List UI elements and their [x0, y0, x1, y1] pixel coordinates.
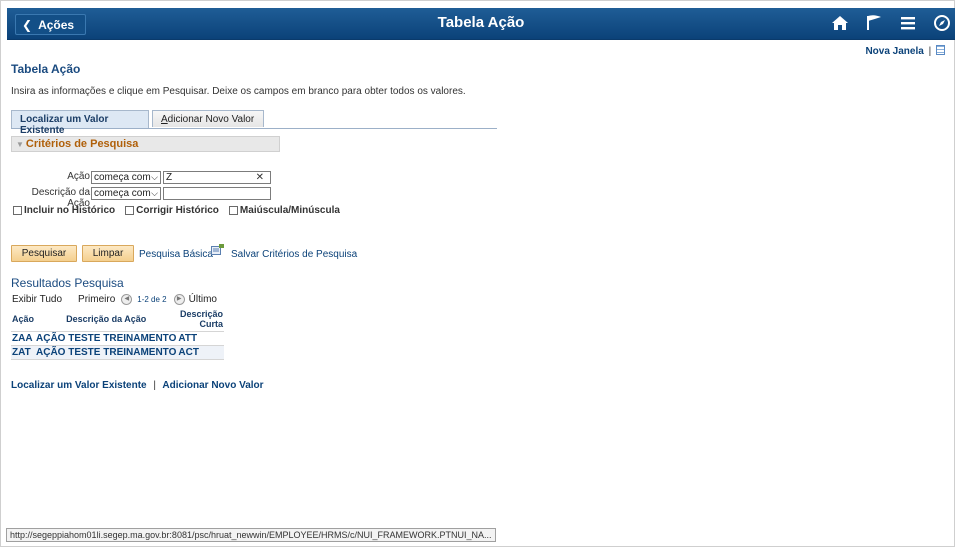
cell-description[interactable]: AÇÃO TESTE TREINAMENTO — [35, 345, 178, 360]
clear-button[interactable]: Limpar — [82, 245, 134, 262]
results-title: Resultados Pesquisa — [11, 276, 124, 290]
checkbox-box[interactable] — [125, 206, 135, 215]
column-header-short-description[interactable]: Descrição Curta — [177, 307, 224, 332]
column-header-description[interactable]: Descrição da Ação — [35, 307, 178, 332]
menu-icon[interactable] — [897, 12, 919, 34]
chevron-down-icon: ⌵ — [151, 188, 158, 198]
case-sensitive-label: Maiúscula/Minúscula — [239, 205, 340, 216]
page-title: Tabela Ação — [11, 62, 81, 76]
next-arrow-icon[interactable]: ▶ — [173, 294, 185, 305]
personalize-page-icon[interactable] — [936, 45, 945, 55]
search-options: Incluir no Histórico Corrigir Histórico … — [13, 205, 350, 216]
top-links-separator: | — [928, 46, 932, 57]
results-table: Ação Descrição da Ação Descrição Curta Z… — [11, 307, 224, 360]
navbar-icon[interactable] — [931, 12, 953, 34]
page-header-title: Tabela Ação — [437, 14, 525, 31]
find-existing-link[interactable]: Localizar um Valor Existente — [11, 380, 147, 391]
save-search-icon[interactable] — [211, 244, 224, 255]
include-history-label: Incluir no Histórico — [24, 205, 116, 216]
previous-arrow-icon[interactable]: ◀ — [121, 294, 133, 305]
collapse-triangle-icon: ▼ — [16, 140, 24, 149]
description-value-input[interactable] — [163, 187, 271, 200]
case-sensitive-checkbox[interactable]: Maiúscula/Minúscula — [228, 205, 340, 216]
tab-find-existing[interactable]: Localizar um Valor Existente — [11, 110, 149, 136]
flag-icon[interactable] — [863, 12, 885, 34]
window-frame — [0, 0, 955, 547]
action-value-input[interactable]: Z ✕ — [163, 171, 271, 184]
basic-search-link[interactable]: Pesquisa Básica — [139, 249, 213, 260]
status-bar-url: http://segeppiahom01li.segep.ma.gov.br:8… — [6, 528, 496, 542]
action-field-label: Ação — [67, 171, 90, 182]
table-row[interactable]: ZAA AÇÃO TESTE TREINAMENTO ATT — [11, 331, 224, 346]
tab-add-new-label: dicionar Novo Valor — [167, 114, 255, 125]
cell-action[interactable]: ZAA — [11, 331, 36, 346]
action-value-text: Z — [166, 172, 173, 183]
action-operator-select[interactable]: começa com ⌵ — [91, 171, 161, 184]
results-navigation: Exibir Tudo Primeiro ◀ 1-2 de 2 ▶ Último — [12, 294, 224, 305]
search-tabs: Localizar um Valor Existente Adicionar N… — [11, 110, 497, 136]
banner-actions — [817, 12, 953, 34]
checkbox-box[interactable] — [13, 206, 22, 215]
column-header-action[interactable]: Ação — [11, 307, 36, 332]
tab-add-new[interactable]: Adicionar Novo Valor — [152, 110, 264, 127]
search-criteria-header[interactable]: ▼ Critérios de Pesquisa — [11, 136, 280, 152]
cell-action[interactable]: ZAT — [11, 345, 36, 360]
first-link[interactable]: Primeiro — [78, 294, 115, 305]
cell-description[interactable]: AÇÃO TESTE TREINAMENTO — [35, 331, 178, 346]
tab-add-new-accesskey: A — [161, 114, 168, 125]
search-button[interactable]: Pesquisar — [11, 245, 77, 262]
chevron-down-icon: ⌵ — [151, 172, 158, 182]
bottom-links: Localizar um Valor Existente | Adicionar… — [11, 380, 264, 391]
checkbox-box[interactable] — [228, 206, 238, 215]
home-icon[interactable] — [829, 12, 851, 34]
description-operator-select[interactable]: começa com ⌵ — [91, 187, 161, 200]
last-link[interactable]: Último — [189, 294, 217, 305]
instructions-text: Insira as informações e clique em Pesqui… — [11, 86, 466, 97]
new-window-link-area: Nova Janela | — [865, 45, 945, 57]
add-new-link[interactable]: Adicionar Novo Valor — [162, 380, 263, 391]
correct-history-label: Corrigir Histórico — [136, 205, 219, 216]
table-row[interactable]: ZAT AÇÃO TESTE TREINAMENTO ACT — [11, 345, 224, 360]
description-operator-value: começa com — [94, 188, 151, 199]
save-search-criteria-link[interactable]: Salvar Critérios de Pesquisa — [231, 249, 357, 260]
table-header-row: Ação Descrição da Ação Descrição Curta — [11, 307, 224, 332]
action-operator-value: começa com — [94, 172, 151, 183]
cell-short-description[interactable]: ATT — [177, 331, 224, 346]
search-criteria-label: Critérios de Pesquisa — [25, 138, 139, 150]
new-window-link[interactable]: Nova Janela — [865, 46, 923, 57]
include-history-checkbox[interactable]: Incluir no Histórico — [13, 205, 115, 216]
correct-history-checkbox[interactable]: Corrigir Histórico — [125, 205, 219, 216]
top-banner: ❮ Ações Tabela Ação — [7, 8, 955, 40]
view-all-link[interactable]: Exibir Tudo — [12, 294, 62, 305]
bottom-links-separator: | — [153, 380, 156, 391]
cell-short-description[interactable]: ACT — [177, 345, 224, 360]
clear-x-icon[interactable]: ✕ — [256, 172, 264, 183]
results-range: 1-2 de 2 — [137, 295, 167, 304]
